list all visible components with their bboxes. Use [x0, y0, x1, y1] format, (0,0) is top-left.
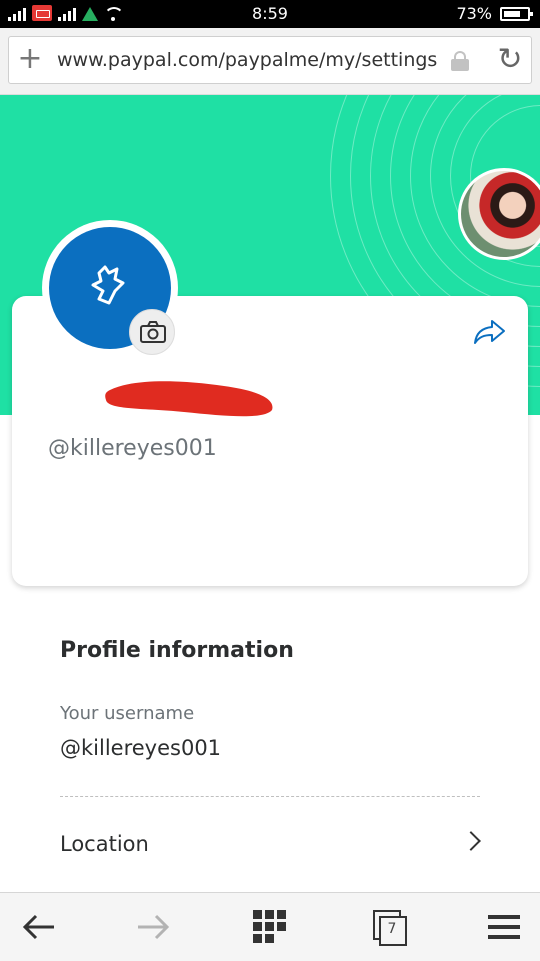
location-label: Location: [60, 832, 149, 856]
profile-handle: @killereyes001: [48, 436, 217, 461]
change-photo-button[interactable]: [129, 309, 175, 355]
user-photo-avatar[interactable]: [458, 168, 540, 260]
tabs-button[interactable]: 7: [350, 893, 430, 961]
address-bar[interactable]: + www.paypal.com/paypalme/my/settings ↻: [8, 36, 532, 84]
camera-icon: [140, 321, 166, 343]
redaction-mark: [105, 381, 273, 417]
apps-button[interactable]: [230, 893, 310, 961]
battery-percent: 73%: [456, 4, 492, 23]
tab-count: 7: [387, 921, 397, 937]
location-row[interactable]: Location: [40, 816, 500, 874]
forward-arrow-icon: [138, 914, 170, 940]
status-bar: 8:59 73%: [0, 0, 540, 28]
lock-icon: [451, 51, 469, 71]
forward-button[interactable]: [112, 893, 192, 961]
section-title: Profile information: [60, 638, 294, 663]
chevron-right-icon: [461, 831, 481, 851]
reload-icon[interactable]: ↻: [493, 43, 527, 77]
bird-icon: [91, 265, 125, 305]
browser-bottom-bar: 7: [0, 892, 540, 961]
apps-grid-icon: [253, 910, 286, 943]
url-text[interactable]: www.paypal.com/paypalme/my/settings: [57, 49, 437, 71]
plus-icon[interactable]: +: [17, 44, 43, 74]
menu-icon: [488, 915, 520, 939]
battery-icon: [500, 7, 533, 21]
back-button[interactable]: [0, 893, 80, 961]
menu-button[interactable]: [464, 893, 540, 961]
back-arrow-icon: [22, 914, 54, 940]
browser-toolbar: + www.paypal.com/paypalme/my/settings ↻: [0, 28, 540, 95]
divider: [60, 796, 480, 797]
share-icon[interactable]: [472, 318, 506, 346]
username-value: @killereyes001: [60, 736, 222, 760]
username-label: Your username: [60, 703, 195, 724]
